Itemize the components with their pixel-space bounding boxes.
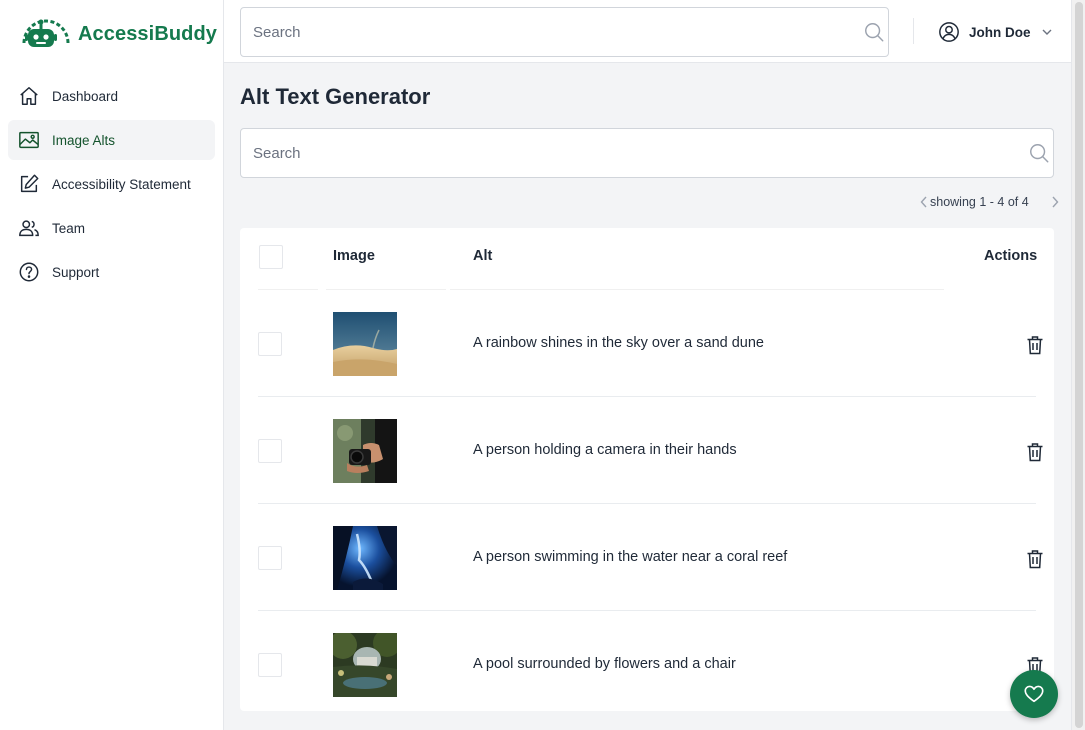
feedback-fab-button[interactable] <box>1010 670 1058 718</box>
sidebar-item-dashboard[interactable]: Dashboard <box>8 76 215 116</box>
chevron-left-icon[interactable] <box>918 195 930 209</box>
alt-text-cell: A pool surrounded by flowers and a chair <box>473 656 736 672</box>
sidebar-item-label: Image Alts <box>52 132 116 148</box>
alt-text-cell: A rainbow shines in the sky over a sand … <box>473 335 764 351</box>
scrollbar-thumb[interactable] <box>1075 2 1083 728</box>
sidebar-item-label: Dashboard <box>52 88 119 104</box>
user-circle-icon <box>939 22 959 42</box>
image-icon <box>18 129 40 151</box>
row-checkbox[interactable] <box>258 653 282 677</box>
chevron-right-icon[interactable] <box>1049 195 1061 209</box>
header-divider <box>258 289 318 290</box>
alt-text-cell: A person holding a camera in their hands <box>473 442 737 458</box>
sidebar: AccessiBuddy Dashboard Image Alts Access… <box>0 0 224 730</box>
row-checkbox[interactable] <box>258 439 282 463</box>
row-checkbox[interactable] <box>258 546 282 570</box>
brand-logo[interactable]: AccessiBuddy <box>18 16 217 52</box>
sidebar-item-support[interactable]: Support <box>8 252 215 292</box>
alt-text-cell: A person swimming in the water near a co… <box>473 549 788 565</box>
sidebar-item-team[interactable]: Team <box>8 208 215 248</box>
column-header-image: Image <box>333 248 375 264</box>
column-header-alt: Alt <box>473 248 493 264</box>
sidebar-item-label: Team <box>52 220 86 236</box>
page-title: Alt Text Generator <box>240 84 431 109</box>
page-scrollbar[interactable] <box>1071 0 1085 730</box>
trash-icon[interactable] <box>1026 549 1044 569</box>
robot-logo-icon <box>22 19 70 47</box>
topbar-divider <box>913 18 914 44</box>
search-icon[interactable] <box>863 21 885 43</box>
column-header-actions: Actions <box>984 248 1038 264</box>
pagination-status: showing 1 - 4 of 4 <box>930 195 1029 209</box>
user-menu[interactable]: John Doe <box>938 20 1053 44</box>
table-search-input[interactable] <box>241 144 1053 162</box>
search-icon[interactable] <box>1028 142 1050 164</box>
trash-icon[interactable] <box>1026 335 1044 355</box>
camera-photo <box>333 419 397 483</box>
users-icon <box>18 217 40 239</box>
alt-text-table: Image Alt Actions A rainbow shines in th… <box>240 228 1054 711</box>
select-all-checkbox[interactable] <box>259 245 283 269</box>
heart-icon <box>1024 685 1044 703</box>
sidebar-nav: Dashboard Image Alts Accessibility State… <box>8 76 215 296</box>
trash-icon[interactable] <box>1026 442 1044 462</box>
row-checkbox[interactable] <box>258 332 282 356</box>
row-divider <box>258 610 1036 611</box>
question-circle-icon <box>18 261 40 283</box>
home-icon <box>18 85 40 107</box>
garden-pool-photo <box>333 633 397 697</box>
top-search-input[interactable] <box>241 23 888 41</box>
pencil-square-icon <box>18 173 40 195</box>
sidebar-item-label: Accessibility Statement <box>52 176 191 192</box>
header-divider <box>326 289 446 290</box>
underwater-photo <box>333 526 397 590</box>
row-divider <box>258 396 1036 397</box>
top-search-box <box>240 7 889 57</box>
sidebar-item-accessibility-statement[interactable]: Accessibility Statement <box>8 164 215 204</box>
chevron-down-icon <box>1042 29 1052 35</box>
row-divider <box>258 503 1036 504</box>
table-search-box <box>240 128 1054 178</box>
sidebar-item-label: Support <box>52 264 100 280</box>
sand-dune-photo <box>333 312 397 376</box>
user-name: John Doe <box>969 24 1031 40</box>
brand-name: AccessiBuddy <box>78 22 218 45</box>
header-divider <box>450 289 944 290</box>
top-bar: John Doe <box>224 0 1071 63</box>
sidebar-item-image-alts[interactable]: Image Alts <box>8 120 215 160</box>
pagination: showing 1 - 4 of 4 <box>918 193 1061 211</box>
